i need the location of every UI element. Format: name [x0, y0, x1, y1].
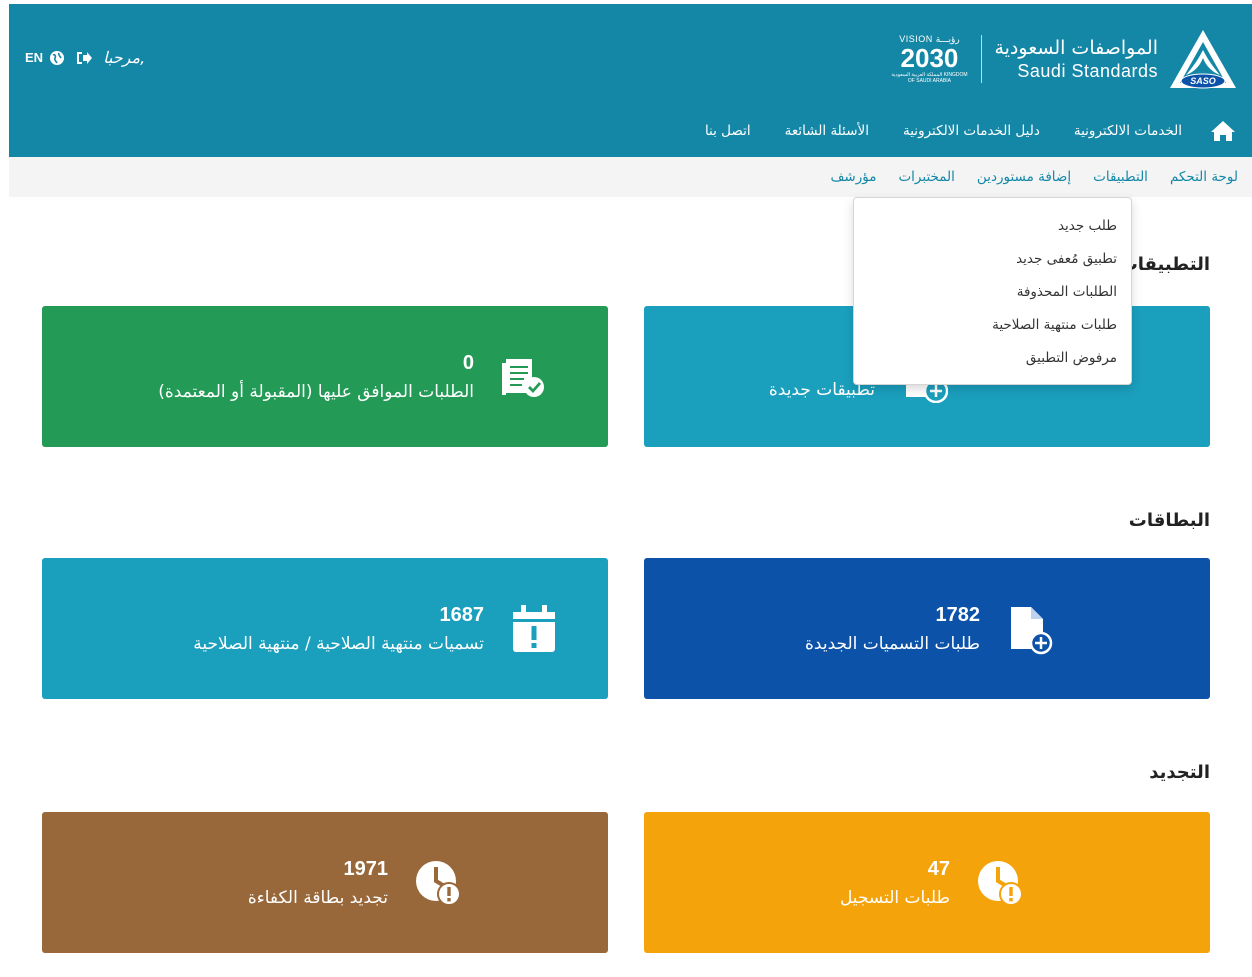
card-new-labels[interactable]: 1782 طلبات التسميات الجديدة — [644, 558, 1210, 699]
subnav-archived[interactable]: مؤرشف — [830, 169, 876, 185]
nav-faq[interactable]: الأسئلة الشائعة — [785, 123, 869, 139]
brand-name-en: Saudi Standards — [1017, 61, 1158, 81]
menu-item-new-request[interactable]: طلب جديد — [854, 210, 1131, 243]
brand-text: المواصفات السعودية Saudi Standards — [994, 36, 1158, 82]
calendar-alert-icon — [504, 599, 564, 659]
nav-eservices-guide[interactable]: دليل الخدمات الالكترونية — [903, 123, 1040, 139]
card-label: طلبات التسجيل — [839, 887, 950, 908]
card-label: تجديد بطاقة الكفاءة — [247, 887, 388, 908]
saso-logo: SASO — [1168, 28, 1238, 90]
card-count: 1687 — [439, 603, 485, 626]
section-title-cards: البطاقات — [1128, 510, 1210, 531]
document-check-icon — [494, 347, 554, 407]
subnav-applications[interactable]: التطبيقات — [1093, 169, 1148, 185]
brand-divider — [981, 35, 983, 83]
main-nav: الخدمات الالكترونية دليل الخدمات الالكتر… — [671, 116, 1252, 146]
header-bar: SASO المواصفات السعودية Saudi Standards … — [9, 4, 1252, 157]
card-registration-requests[interactable]: 47 طلبات التسجيل — [644, 812, 1210, 953]
clock-alert-icon — [408, 853, 468, 913]
language-switch[interactable]: EN — [25, 50, 43, 65]
section-title-applications: التطبيقات — [1119, 254, 1210, 275]
applications-dropdown: طلب جديد تطبيق مُعفى جديد الطلبات المحذو… — [853, 197, 1132, 385]
card-count: 1782 — [935, 603, 981, 626]
nav-eservices[interactable]: الخدمات الالكترونية — [1074, 123, 1182, 139]
subnav-labs[interactable]: المختبرات — [898, 169, 954, 185]
card-expired-labels[interactable]: 1687 تسميات منتهية الصلاحية / منتهية الص… — [42, 558, 608, 699]
brand-name-ar: المواصفات السعودية — [994, 37, 1158, 59]
subnav-add-importers[interactable]: إضافة مستوردين — [977, 169, 1071, 185]
card-count: 1971 — [343, 857, 389, 880]
menu-item-rejected-apps[interactable]: مرفوض التطبيق — [854, 342, 1131, 375]
clock-alert-icon — [970, 853, 1030, 913]
welcome-text: مرحبا, — [103, 48, 146, 67]
menu-item-new-exempt-app[interactable]: تطبيق مُعفى جديد — [854, 243, 1131, 276]
vision-year: 2030 — [900, 43, 959, 73]
card-competency-renewal[interactable]: 1971 تجديد بطاقة الكفاءة — [42, 812, 608, 953]
page: SASO المواصفات السعودية Saudi Standards … — [0, 0, 1252, 977]
card-label: تسميات منتهية الصلاحية / منتهية الصلاحية — [193, 633, 484, 654]
vision-2030-logo: VISION رؤيـــة 2030 المملكة العربية السع… — [889, 34, 969, 84]
menu-item-expired-requests[interactable]: طلبات منتهية الصلاحية — [854, 309, 1131, 342]
card-label: الطلبات الموافق عليها (المقبولة أو المعت… — [158, 381, 474, 402]
subnav-dashboard[interactable]: لوحة التحكم — [1170, 169, 1238, 185]
svg-text:SASO: SASO — [1190, 76, 1216, 86]
file-plus-icon — [1000, 599, 1060, 659]
section-title-renewal: التجديد — [1149, 762, 1210, 783]
globe-icon[interactable] — [49, 50, 65, 66]
vision-sub-text: المملكة العربية السعودية KINGDOM OF SAUD… — [891, 72, 968, 84]
card-count: 47 — [927, 857, 950, 880]
card-label: طلبات التسميات الجديدة — [805, 633, 980, 654]
menu-item-deleted-requests[interactable]: الطلبات المحذوفة — [854, 276, 1131, 309]
card-approved-requests[interactable]: 0 الطلبات الموافق عليها (المقبولة أو الم… — [42, 306, 608, 447]
home-icon[interactable] — [1208, 118, 1238, 144]
nav-contact-us[interactable]: اتصل بنا — [705, 123, 751, 139]
user-tools: EN مرحبا, — [25, 48, 145, 67]
brand[interactable]: SASO المواصفات السعودية Saudi Standards … — [889, 26, 1238, 92]
card-count: 0 — [462, 351, 474, 374]
logout-icon[interactable] — [75, 50, 93, 66]
sub-nav: لوحة التحكم التطبيقات إضافة مستوردين الم… — [9, 157, 1252, 197]
